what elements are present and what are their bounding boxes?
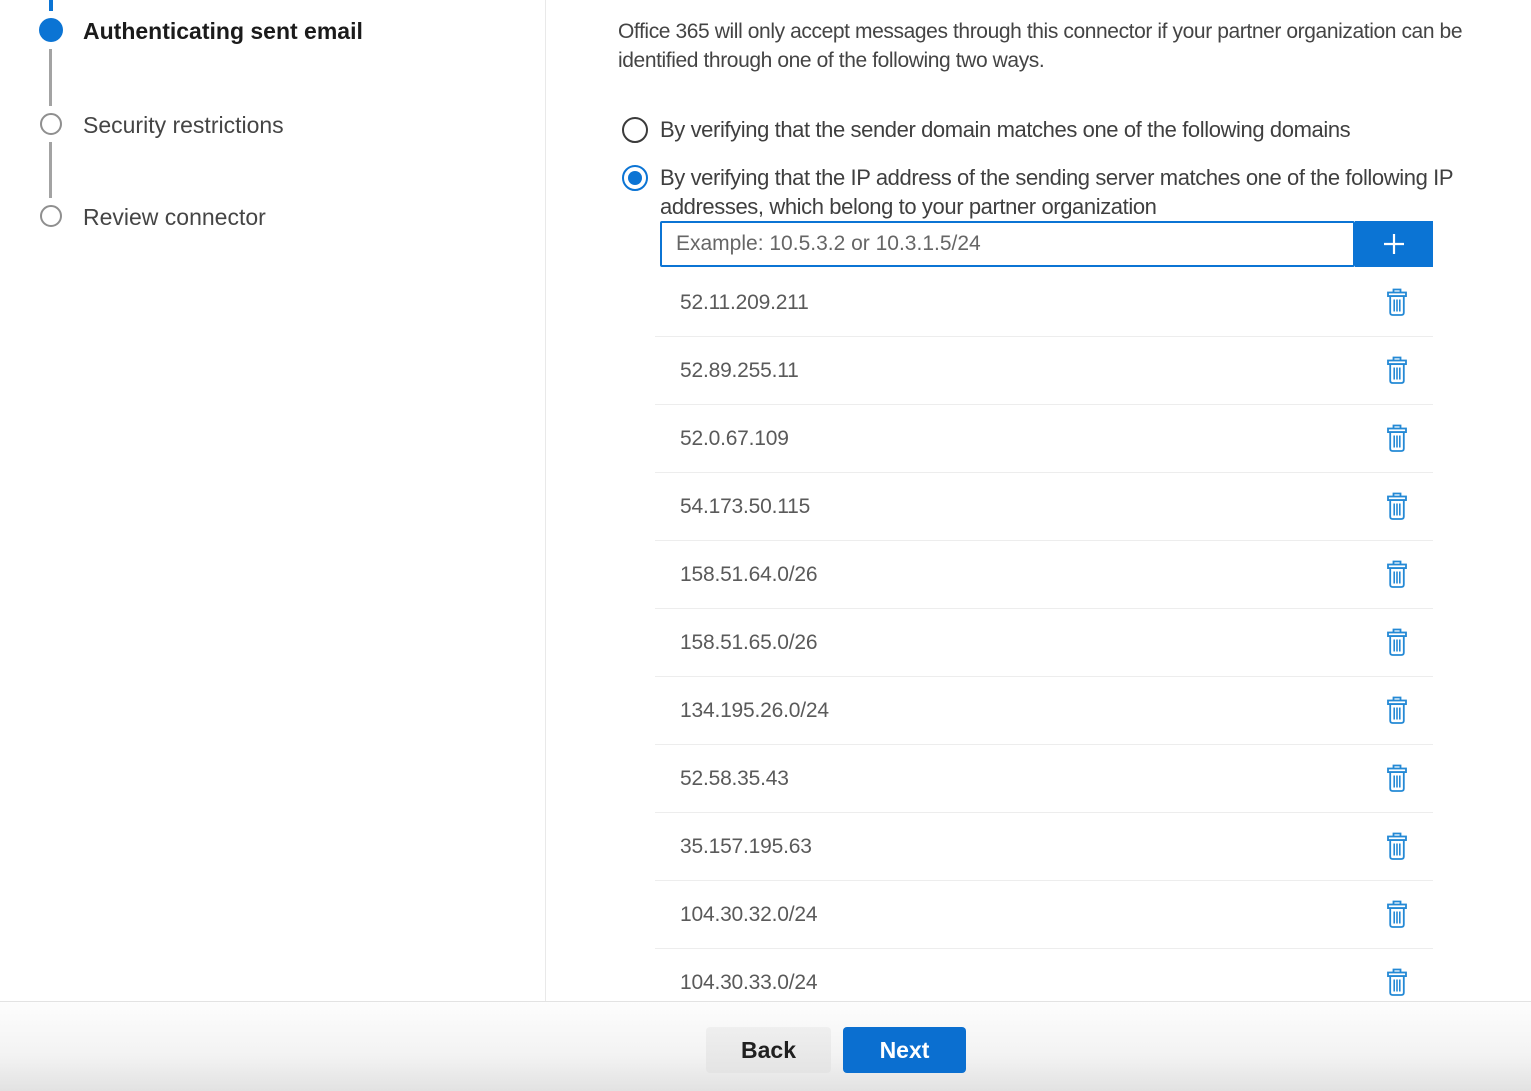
delete-ip-button[interactable] bbox=[1381, 964, 1413, 1001]
ip-row: 104.30.33.0/24 bbox=[655, 949, 1433, 1001]
connector-wizard-page: Authenticating sent email Security restr… bbox=[0, 0, 1531, 1091]
ip-row: 158.51.65.0/26 bbox=[655, 609, 1433, 677]
delete-ip-button[interactable] bbox=[1381, 488, 1413, 525]
radio-ip-address[interactable] bbox=[622, 165, 648, 191]
ip-value: 158.51.65.0/26 bbox=[680, 631, 1381, 655]
trash-icon bbox=[1385, 832, 1409, 861]
ip-value: 54.173.50.115 bbox=[680, 495, 1381, 519]
ip-row: 134.195.26.0/24 bbox=[655, 677, 1433, 745]
radio-sender-domain[interactable] bbox=[622, 117, 648, 143]
main-content: Office 365 will only accept messages thr… bbox=[546, 0, 1531, 1001]
ip-value: 134.195.26.0/24 bbox=[680, 699, 1381, 723]
ip-list: 52.11.209.211 52.89.255.11 52.0.67.109 bbox=[655, 269, 1433, 1001]
ip-value: 52.89.255.11 bbox=[680, 359, 1381, 383]
ip-address-input[interactable] bbox=[660, 221, 1355, 267]
step-connector-top bbox=[49, 0, 53, 11]
ip-row: 52.89.255.11 bbox=[655, 337, 1433, 405]
trash-icon bbox=[1385, 492, 1409, 521]
ip-value: 52.11.209.211 bbox=[680, 291, 1381, 315]
trash-icon bbox=[1385, 356, 1409, 385]
ip-row: 158.51.64.0/26 bbox=[655, 541, 1433, 609]
delete-ip-button[interactable] bbox=[1381, 284, 1413, 321]
back-button[interactable]: Back bbox=[706, 1027, 831, 1073]
step-connector-line bbox=[49, 142, 52, 198]
option-ip-address-label: By verifying that the IP address of the … bbox=[660, 163, 1490, 221]
ip-value: 104.30.33.0/24 bbox=[680, 971, 1381, 995]
step-indicator-security bbox=[40, 113, 62, 135]
trash-icon bbox=[1385, 764, 1409, 793]
delete-ip-button[interactable] bbox=[1381, 760, 1413, 797]
ip-input-row bbox=[655, 221, 1433, 267]
option-sender-domain: By verifying that the sender domain matc… bbox=[622, 115, 1490, 144]
next-button[interactable]: Next bbox=[843, 1027, 966, 1073]
ip-value: 35.157.195.63 bbox=[680, 835, 1381, 859]
trash-icon bbox=[1385, 628, 1409, 657]
trash-icon bbox=[1385, 968, 1409, 997]
wizard-footer: Back Next bbox=[0, 1001, 1531, 1091]
step-active-indicator bbox=[39, 18, 63, 42]
ip-row: 54.173.50.115 bbox=[655, 473, 1433, 541]
delete-ip-button[interactable] bbox=[1381, 556, 1413, 593]
ip-row: 52.11.209.211 bbox=[655, 269, 1433, 337]
plus-icon bbox=[1378, 228, 1410, 260]
option-ip-address: By verifying that the IP address of the … bbox=[622, 163, 1490, 221]
ip-value: 104.30.32.0/24 bbox=[680, 903, 1381, 927]
trash-icon bbox=[1385, 900, 1409, 929]
step-review-connector[interactable]: Review connector bbox=[83, 204, 266, 231]
ip-value: 52.0.67.109 bbox=[680, 427, 1381, 451]
delete-ip-button[interactable] bbox=[1381, 828, 1413, 865]
add-ip-button[interactable] bbox=[1355, 221, 1433, 267]
option-sender-domain-label: By verifying that the sender domain matc… bbox=[660, 115, 1490, 144]
delete-ip-button[interactable] bbox=[1381, 420, 1413, 457]
trash-icon bbox=[1385, 560, 1409, 589]
trash-icon bbox=[1385, 424, 1409, 453]
ip-row: 35.157.195.63 bbox=[655, 813, 1433, 881]
step-connector-line bbox=[49, 49, 52, 106]
trash-icon bbox=[1385, 288, 1409, 317]
ip-value: 158.51.64.0/26 bbox=[680, 563, 1381, 587]
step-security-restrictions[interactable]: Security restrictions bbox=[83, 112, 284, 139]
ip-row: 104.30.32.0/24 bbox=[655, 881, 1433, 949]
delete-ip-button[interactable] bbox=[1381, 352, 1413, 389]
ip-value: 52.58.35.43 bbox=[680, 767, 1381, 791]
intro-text: Office 365 will only accept messages thr… bbox=[618, 17, 1531, 75]
trash-icon bbox=[1385, 696, 1409, 725]
ip-row: 52.0.67.109 bbox=[655, 405, 1433, 473]
step-authenticating-sent-email[interactable]: Authenticating sent email bbox=[83, 18, 363, 45]
delete-ip-button[interactable] bbox=[1381, 692, 1413, 729]
step-indicator-review bbox=[40, 205, 62, 227]
delete-ip-button[interactable] bbox=[1381, 896, 1413, 933]
delete-ip-button[interactable] bbox=[1381, 624, 1413, 661]
ip-row: 52.58.35.43 bbox=[655, 745, 1433, 813]
ip-address-section: 52.11.209.211 52.89.255.11 52.0.67.109 bbox=[655, 221, 1433, 1001]
